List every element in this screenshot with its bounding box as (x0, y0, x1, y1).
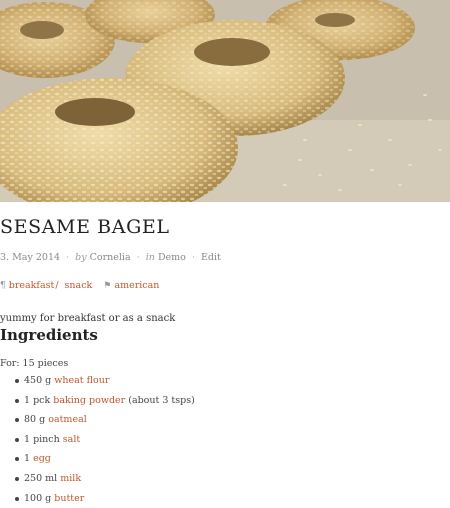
bullet-icon (15, 437, 19, 442)
ingredient-note: (about 3 tsps) (128, 394, 195, 406)
ingredient-link[interactable]: salt (63, 434, 80, 445)
hero-image (0, 0, 450, 202)
bullet-icon (15, 418, 19, 423)
meta-separator: · (191, 252, 195, 263)
course-separator: / (55, 280, 59, 291)
meta-separator: · (66, 252, 70, 263)
ingredients-heading: Ingredients (0, 326, 98, 344)
ingredient-qty: 1 pinch (24, 433, 60, 445)
ingredient-item: 80 g oatmeal (0, 410, 195, 430)
ingredient-qty: 1 pck (24, 394, 51, 406)
ingredient-item: 1 pck baking powder (about 3 tsps) (0, 391, 195, 411)
by-label: by (75, 252, 87, 263)
ingredient-item: 1 pinch salt (0, 430, 195, 450)
cuisine-link[interactable]: american (114, 280, 159, 291)
bagel-photo (0, 0, 450, 202)
edit-link[interactable]: Edit (201, 252, 221, 263)
ingredient-link[interactable]: oatmeal (48, 414, 87, 425)
ingredient-qty: 450 g (24, 375, 52, 386)
course-link-breakfast[interactable]: breakfast (9, 280, 55, 291)
ingredient-item: 450 g wheat flour (0, 371, 195, 391)
recipe-taxonomy: ¶ breakfast/ snack ⚑ american (0, 280, 159, 291)
ingredient-qty: 250 ml (24, 472, 58, 484)
bullet-icon (15, 457, 19, 462)
recipe-yield: For: 15 pieces (0, 358, 69, 369)
author-link[interactable]: Cornelia (90, 252, 131, 263)
ingredient-item: 1 egg (0, 449, 195, 469)
ingredient-link[interactable]: milk (60, 473, 81, 484)
ingredient-qty: 1 (24, 453, 31, 465)
post-meta: 3. May 2014 · by Cornelia · in Demo · Ed… (0, 252, 221, 263)
meta-separator: · (136, 252, 140, 263)
ingredient-link[interactable]: egg (33, 453, 51, 464)
ingredient-link[interactable]: baking powder (53, 395, 125, 406)
fork-knife-icon: ¶ (0, 281, 6, 291)
ingredient-qty: 100 g (24, 492, 52, 504)
ingredients-list: 450 g wheat flour 1 pck baking powder (a… (0, 371, 195, 508)
ingredient-item: 250 ml milk (0, 469, 195, 489)
recipe-title: SESAME BAGEL (0, 216, 170, 238)
ingredient-link[interactable]: butter (54, 493, 84, 504)
bullet-icon (15, 379, 19, 383)
post-date[interactable]: 3. May 2014 (0, 252, 60, 263)
bullet-icon (15, 398, 19, 403)
ingredient-link[interactable]: wheat flour (54, 375, 109, 386)
bullet-icon (15, 476, 19, 481)
recipe-intro: yummy for breakfast or as a snack (0, 313, 176, 324)
flag-icon: ⚑ (103, 281, 112, 291)
ingredient-item: 100 g butter (0, 489, 195, 508)
bullet-icon (15, 496, 19, 501)
in-label: in (145, 252, 155, 263)
ingredient-qty: 80 g (24, 414, 46, 426)
category-link[interactable]: Demo (158, 252, 186, 263)
course-link-snack[interactable]: snack (65, 280, 93, 291)
